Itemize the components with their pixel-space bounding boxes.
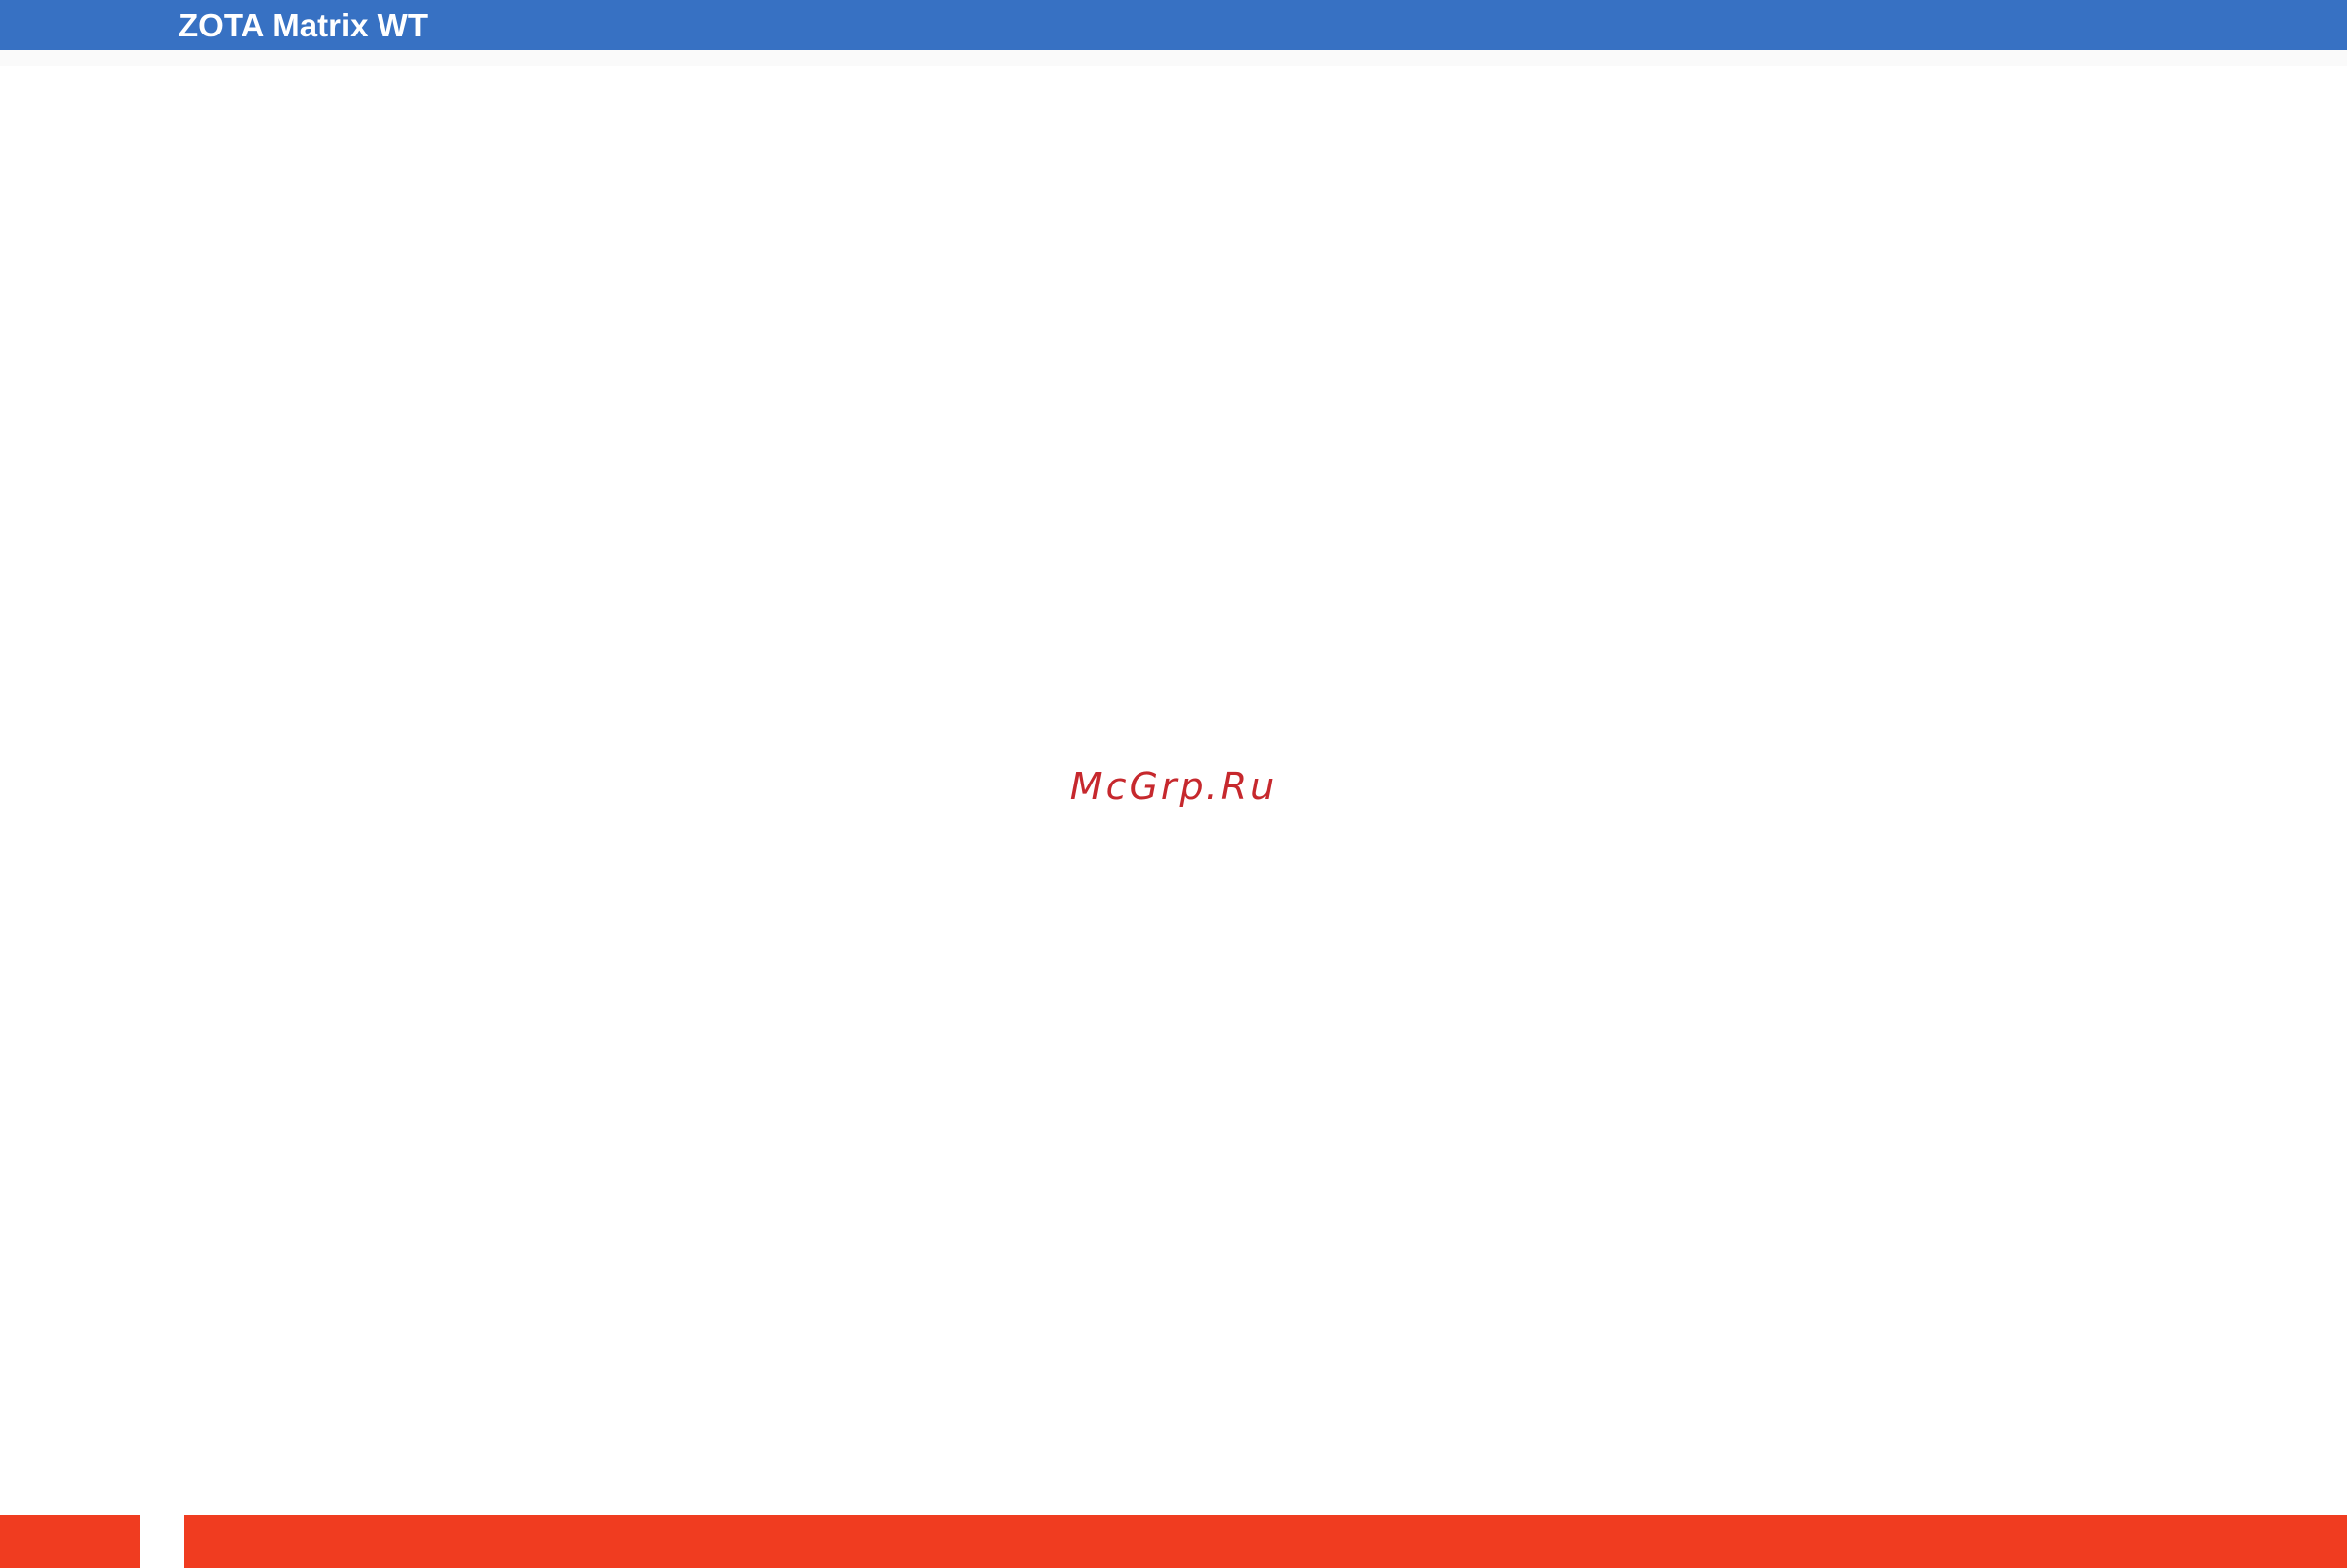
footer-band-left <box>0 1515 140 1568</box>
footer-page-number-slot <box>140 1515 184 1568</box>
header-divider <box>0 50 2347 66</box>
document-title: ZOTA Matrix WT <box>178 7 428 43</box>
document-page: ZOTA Matrix WT McGrp.Ru <box>0 0 2347 1568</box>
footer-band-right <box>184 1515 2347 1568</box>
watermark-text: McGrp.Ru <box>1070 765 1277 808</box>
